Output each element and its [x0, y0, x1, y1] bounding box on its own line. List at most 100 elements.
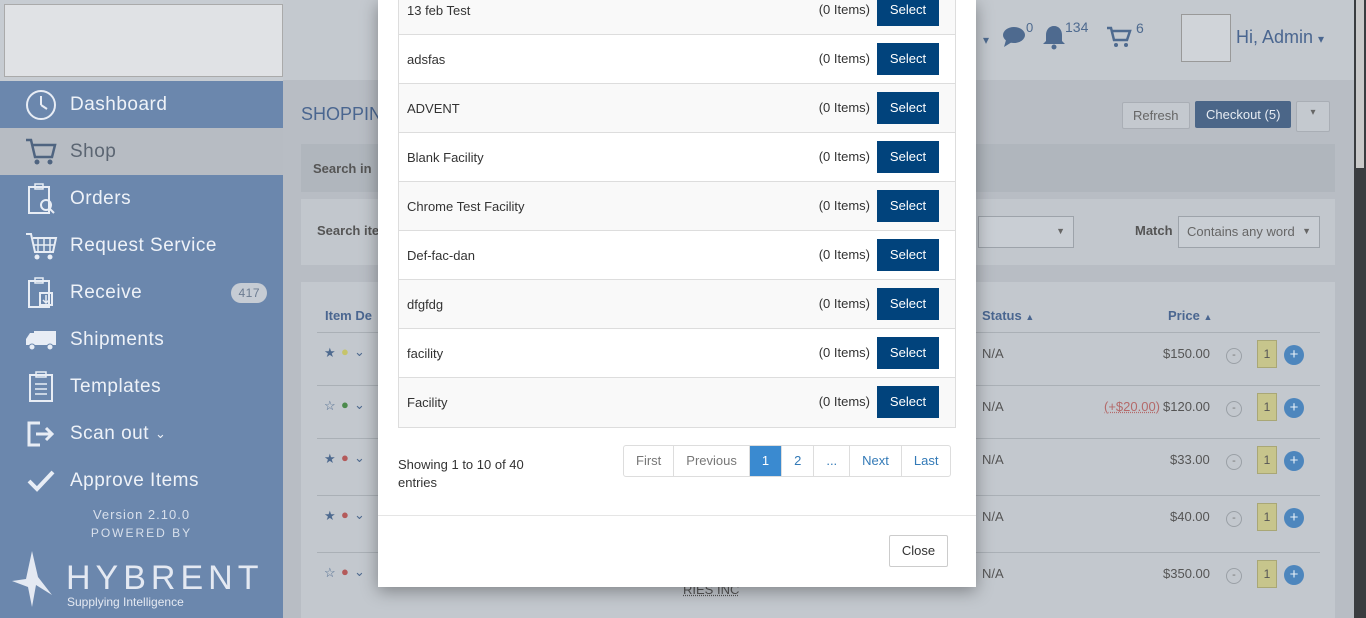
checkout-dropdown-button[interactable]: ▾ [1296, 101, 1330, 132]
checkout-button[interactable]: Checkout (5) [1195, 101, 1292, 128]
select-facility-button[interactable]: Select [877, 386, 939, 418]
item-description-header[interactable]: Item De [325, 308, 372, 323]
status-header-label: Status [982, 308, 1022, 323]
search-in-label: Search in [313, 161, 372, 176]
chevron-down-icon[interactable]: ⌄ [354, 564, 365, 580]
decrement-button[interactable]: - [1226, 348, 1242, 364]
row-status: N/A [982, 452, 1004, 467]
chevron-down-icon[interactable]: ⌄ [354, 450, 365, 466]
refresh-button[interactable]: Refresh [1122, 102, 1190, 129]
avatar[interactable] [1181, 14, 1231, 62]
row-price: $33.00 [1170, 452, 1210, 467]
messages-icon[interactable] [1002, 26, 1028, 48]
quantity-input[interactable]: 1 [1257, 340, 1277, 368]
facility-item-count: (0 Items) [818, 247, 870, 262]
add-to-cart-button[interactable]: + [1284, 565, 1304, 585]
row-price: $120.00 [1163, 399, 1210, 414]
quantity-input[interactable]: 1 [1257, 503, 1277, 531]
sidebar-item-receive[interactable]: Receive 417 [0, 269, 283, 316]
add-to-cart-button[interactable]: + [1284, 345, 1304, 365]
add-to-cart-button[interactable]: + [1284, 451, 1304, 471]
chevron-down-icon[interactable]: ⌄ [354, 397, 365, 413]
close-button[interactable]: Close [889, 535, 948, 567]
pagination-info: Showing 1 to 10 of 40 entries [398, 457, 524, 490]
quantity-input[interactable]: 1 [1257, 560, 1277, 588]
decrement-button[interactable]: - [1226, 454, 1242, 470]
select-facility-button[interactable]: Select [877, 0, 939, 26]
facility-name: Facility [407, 395, 448, 410]
facility-name: Chrome Test Facility [407, 198, 525, 214]
list-item: adsfas (0 Items) Select [399, 35, 955, 84]
decrement-button[interactable]: - [1226, 568, 1242, 584]
bell-icon[interactable] [1042, 24, 1066, 50]
price-adjustment[interactable]: (+$20.00) [1104, 399, 1160, 414]
pagination-page-1[interactable]: 1 [748, 446, 782, 476]
pagination-first[interactable]: First [624, 446, 673, 476]
sidebar-item-approve-items[interactable]: Approve Items [0, 457, 283, 504]
pagination-previous[interactable]: Previous [673, 446, 749, 476]
list-item: dfgfdg (0 Items) Select [399, 280, 955, 329]
sidebar-item-templates[interactable]: Templates [0, 363, 283, 410]
sidebar-nav: Dashboard Shop Orders Request Service Re… [0, 81, 283, 499]
facility-name: dfgfdg [407, 296, 444, 312]
status-header[interactable]: Status ▲ [982, 308, 1034, 323]
quantity-input[interactable]: 1 [1257, 393, 1277, 421]
select-facility-button[interactable]: Select [877, 288, 939, 320]
pagination-next[interactable]: Next [849, 446, 901, 476]
sort-asc-icon: ▲ [1203, 312, 1213, 322]
sidebar-item-orders[interactable]: Orders [0, 175, 283, 222]
status-dot-icon: ● [341, 564, 349, 579]
sidebar-item-shop[interactable]: Shop [0, 128, 283, 175]
search-dropdown[interactable]: ▼ [978, 216, 1074, 248]
user-greeting[interactable]: Hi, Admin ▾ [1236, 27, 1324, 48]
price-header[interactable]: Price ▲ [1168, 308, 1212, 323]
star-outline-icon[interactable]: ☆ [324, 565, 336, 581]
facility-item-count: (0 Items) [818, 198, 870, 213]
sidebar-item-label: Shipments [70, 328, 165, 350]
list-item: Chrome Test Facility (0 Items) Select [399, 182, 955, 231]
truck-icon [24, 324, 58, 356]
match-select[interactable]: Contains any word ▼ [1178, 216, 1320, 248]
facility-item-count: (0 Items) [818, 394, 870, 409]
facility-select-modal: 13 feb Test (0 Items) Select adsfas (0 I… [378, 0, 976, 587]
decrement-button[interactable]: - [1226, 401, 1242, 417]
sort-asc-icon: ▲ [1025, 312, 1035, 322]
pagination-last[interactable]: Last [900, 446, 951, 476]
list-item: Def-fac-dan (0 Items) Select [399, 231, 955, 280]
select-facility-button[interactable]: Select [877, 92, 939, 124]
star-filled-icon[interactable]: ★ [324, 451, 336, 467]
star-outline-icon[interactable]: ☆ [324, 398, 336, 414]
facility-list: 13 feb Test (0 Items) Select adsfas (0 I… [398, 0, 956, 428]
facility-item-count: (0 Items) [818, 296, 870, 311]
pagination-page-2[interactable]: 2 [781, 446, 813, 476]
star-filled-icon[interactable]: ★ [324, 345, 336, 361]
caret-down-icon: ▼ [1302, 226, 1311, 236]
page-scrollbar[interactable] [1354, 0, 1366, 618]
quantity-input[interactable]: 1 [1257, 446, 1277, 474]
scrollbar-thumb[interactable] [1356, 0, 1364, 168]
sidebar-item-dashboard[interactable]: Dashboard [0, 81, 283, 128]
status-dot-icon: ● [341, 507, 349, 522]
select-facility-button[interactable]: Select [877, 190, 939, 222]
facility-item-count: (0 Items) [818, 149, 870, 164]
select-facility-button[interactable]: Select [877, 43, 939, 75]
sidebar-item-scan-out[interactable]: Scan out ⌄ [0, 410, 283, 457]
add-to-cart-button[interactable]: + [1284, 398, 1304, 418]
list-item: Facility (0 Items) Select [399, 378, 955, 427]
sidebar-item-shipments[interactable]: Shipments [0, 316, 283, 363]
star-filled-icon[interactable]: ★ [324, 508, 336, 524]
add-to-cart-button[interactable]: + [1284, 508, 1304, 528]
select-facility-button[interactable]: Select [877, 337, 939, 369]
sidebar-item-request-service[interactable]: Request Service [0, 222, 283, 269]
select-facility-button[interactable]: Select [877, 141, 939, 173]
facility-item-count: (0 Items) [818, 345, 870, 360]
select-facility-button[interactable]: Select [877, 239, 939, 271]
cart-icon[interactable] [1106, 26, 1132, 48]
notifications-count: 134 [1065, 19, 1089, 35]
caret-down-icon: ▼ [1056, 226, 1065, 236]
chevron-down-icon[interactable]: ⌄ [354, 507, 365, 523]
decrement-button[interactable]: - [1226, 511, 1242, 527]
chevron-down-icon[interactable]: ⌄ [354, 344, 365, 360]
pagination-ellipsis[interactable]: ... [813, 446, 849, 476]
row-status: N/A [982, 566, 1004, 581]
